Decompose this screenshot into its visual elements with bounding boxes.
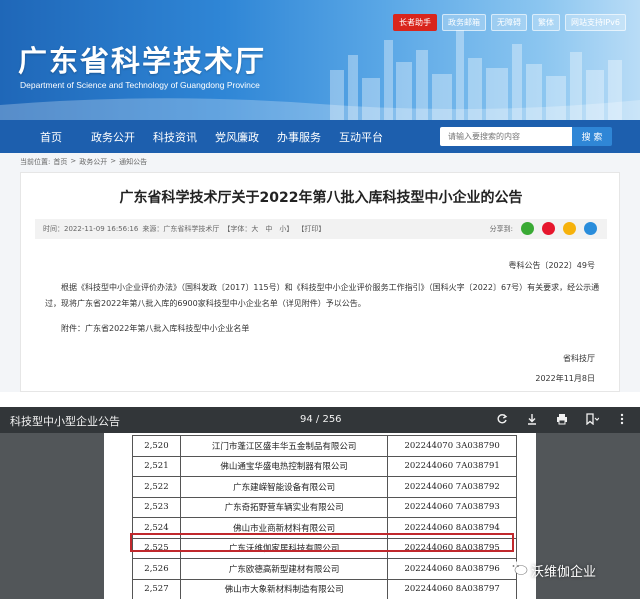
nav-item-gov-affairs[interactable]: 政务公开	[82, 129, 144, 145]
breadcrumb-notices[interactable]: 通知公告	[119, 157, 147, 167]
breadcrumb-gov-affairs[interactable]: 政务公开	[79, 157, 107, 167]
row-number: 2,521	[132, 455, 181, 477]
table-row: 2,527 佛山市大象新材料制造有限公司 202244060 8A038797	[132, 578, 517, 599]
row-number: 2,526	[132, 558, 181, 580]
rotate-icon[interactable]	[494, 411, 510, 427]
pdf-title: 科技型中小型企业公告	[10, 415, 120, 428]
print-link[interactable]: 【打印】	[297, 224, 325, 234]
download-icon[interactable]	[524, 411, 540, 427]
breadcrumb-separator: >	[70, 157, 77, 165]
accessibility-link[interactable]: 无障碍	[490, 14, 527, 31]
registration-code: 202244060 7A038793	[387, 496, 517, 518]
watermark: 沃维伽企业	[508, 560, 596, 580]
nav-item-interaction[interactable]: 互动平台	[330, 129, 392, 145]
enterprise-table: 2,520 江门市蓬江区盛丰华五金制品有限公司 202244070 3A0387…	[132, 435, 517, 599]
notice-title: 广东省科学技术厅关于2022年第八批入库科技型中小企业的公告	[119, 190, 523, 206]
main-nav: 首页 政务公开 科技资讯 党风廉政 办事服务 互动平台 搜 索	[0, 120, 640, 153]
attachment-link[interactable]: 附件：广东省2022年第八批入库科技型中小企业名单	[61, 323, 249, 334]
more-options-icon[interactable]	[614, 411, 630, 427]
site-search: 搜 索	[440, 127, 612, 146]
signing-date: 2022年11月8日	[535, 374, 595, 383]
registration-code: 202244060 8A038797	[387, 578, 517, 599]
search-input[interactable]	[440, 127, 572, 146]
share-label: 分享到:	[489, 224, 513, 233]
site-subtitle: Department of Science and Technology of …	[20, 80, 260, 90]
top-links: 长者助手 政务邮箱 无障碍 繁体 网站支持IPv6	[392, 14, 626, 31]
nav-item-integrity[interactable]: 党风廉政	[206, 129, 268, 145]
site-title: 广东省科学技术厅	[18, 44, 267, 78]
table-row: 2,520 江门市蓬江区盛丰华五金制品有限公司 202244070 3A0387…	[132, 435, 517, 457]
print-icon[interactable]	[554, 411, 570, 427]
qq-share-icon[interactable]	[584, 222, 597, 235]
row-number: 2,520	[132, 435, 181, 457]
pdf-toolbar: 科技型中小型企业公告 94 / 256	[0, 407, 640, 433]
qzone-share-icon[interactable]	[563, 222, 576, 235]
wechat-logo-icon	[508, 560, 528, 580]
gov-mail-link[interactable]: 政务邮箱	[441, 14, 486, 31]
website-screenshot: 广东省科学技术厅 Department of Science and Techn…	[0, 0, 640, 392]
weibo-share-icon[interactable]	[542, 222, 555, 235]
share-bar: 分享到:	[490, 222, 601, 235]
highlight-frame	[130, 533, 514, 552]
nav-item-services[interactable]: 办事服务	[268, 129, 330, 145]
table-row: 2,526 广东欧德高新型建材有限公司 202244060 8A038796	[132, 558, 517, 580]
page-indicator[interactable]: 94 / 256	[300, 414, 342, 425]
registration-code: 202244070 3A038790	[387, 435, 517, 457]
company-name: 佛山通宝华盛电热控制器有限公司	[179, 455, 389, 477]
site-banner: 广东省科学技术厅 Department of Science and Techn…	[0, 0, 640, 120]
row-number: 2,522	[132, 476, 181, 498]
notice-card: 广东省科学技术厅关于2022年第八批入库科技型中小企业的公告 时间：2022-1…	[20, 172, 620, 392]
document-number: 粤科公告〔2022〕49号	[508, 261, 595, 270]
company-name: 广东奇拓野营车辆实业有限公司	[179, 496, 389, 518]
ipv6-link[interactable]: 网站支持IPv6	[564, 14, 626, 31]
table-row: 2,522 广东建嵘智能设备有限公司 202244060 7A038792	[132, 476, 517, 498]
row-number: 2,527	[132, 578, 181, 599]
publish-time: 时间：2022-11-09 16:56:16	[43, 225, 139, 233]
traditional-chinese-link[interactable]: 繁体	[531, 14, 560, 31]
pdf-toolbar-actions	[494, 411, 630, 427]
breadcrumb-separator: >	[110, 157, 117, 165]
table-row: 2,521 佛山通宝华盛电热控制器有限公司 202244060 7A038791	[132, 455, 517, 477]
notice-paragraph: 根据《科技型中小企业评价办法》（国科发政〔2017〕115号）和《科技型中小企业…	[45, 283, 600, 308]
nav-item-tech-news[interactable]: 科技资讯	[144, 129, 206, 145]
font-size-switch[interactable]: 【字体：大 中 小】	[223, 224, 293, 234]
notice-source: 来源：广东省科学技术厅	[142, 225, 220, 233]
nav-item-home[interactable]: 首页	[20, 129, 82, 145]
company-name: 江门市蓬江区盛丰华五金制品有限公司	[179, 435, 389, 457]
elder-helper-link[interactable]: 长者助手	[392, 14, 437, 31]
signing-organization: 省科技厅	[563, 354, 595, 363]
breadcrumb: 当前位置: 首页 > 政务公开 > 通知公告	[20, 157, 147, 167]
row-number: 2,523	[132, 496, 181, 518]
breadcrumb-prefix: 当前位置:	[20, 158, 51, 166]
watermark-text: 沃维伽企业	[531, 564, 597, 580]
registration-code: 202244060 7A038791	[387, 455, 517, 477]
notice-meta-bar: 时间：2022-11-09 16:56:16 来源：广东省科学技术厅 【字体：大…	[35, 219, 607, 239]
search-button[interactable]: 搜 索	[572, 127, 612, 146]
registration-code: 202244060 7A038792	[387, 476, 517, 498]
bookmark-icon[interactable]	[584, 411, 600, 427]
company-name: 广东欧德高新型建材有限公司	[179, 558, 389, 580]
breadcrumb-home[interactable]: 首页	[53, 157, 67, 167]
company-name: 广东建嵘智能设备有限公司	[179, 476, 389, 498]
wechat-share-icon[interactable]	[521, 222, 534, 235]
registration-code: 202244060 8A038796	[387, 558, 517, 580]
table-row: 2,523 广东奇拓野营车辆实业有限公司 202244060 7A038793	[132, 496, 517, 518]
company-name: 佛山市大象新材料制造有限公司	[179, 578, 389, 599]
pdf-page: 2,520 江门市蓬江区盛丰华五金制品有限公司 202244070 3A0387…	[104, 433, 536, 599]
